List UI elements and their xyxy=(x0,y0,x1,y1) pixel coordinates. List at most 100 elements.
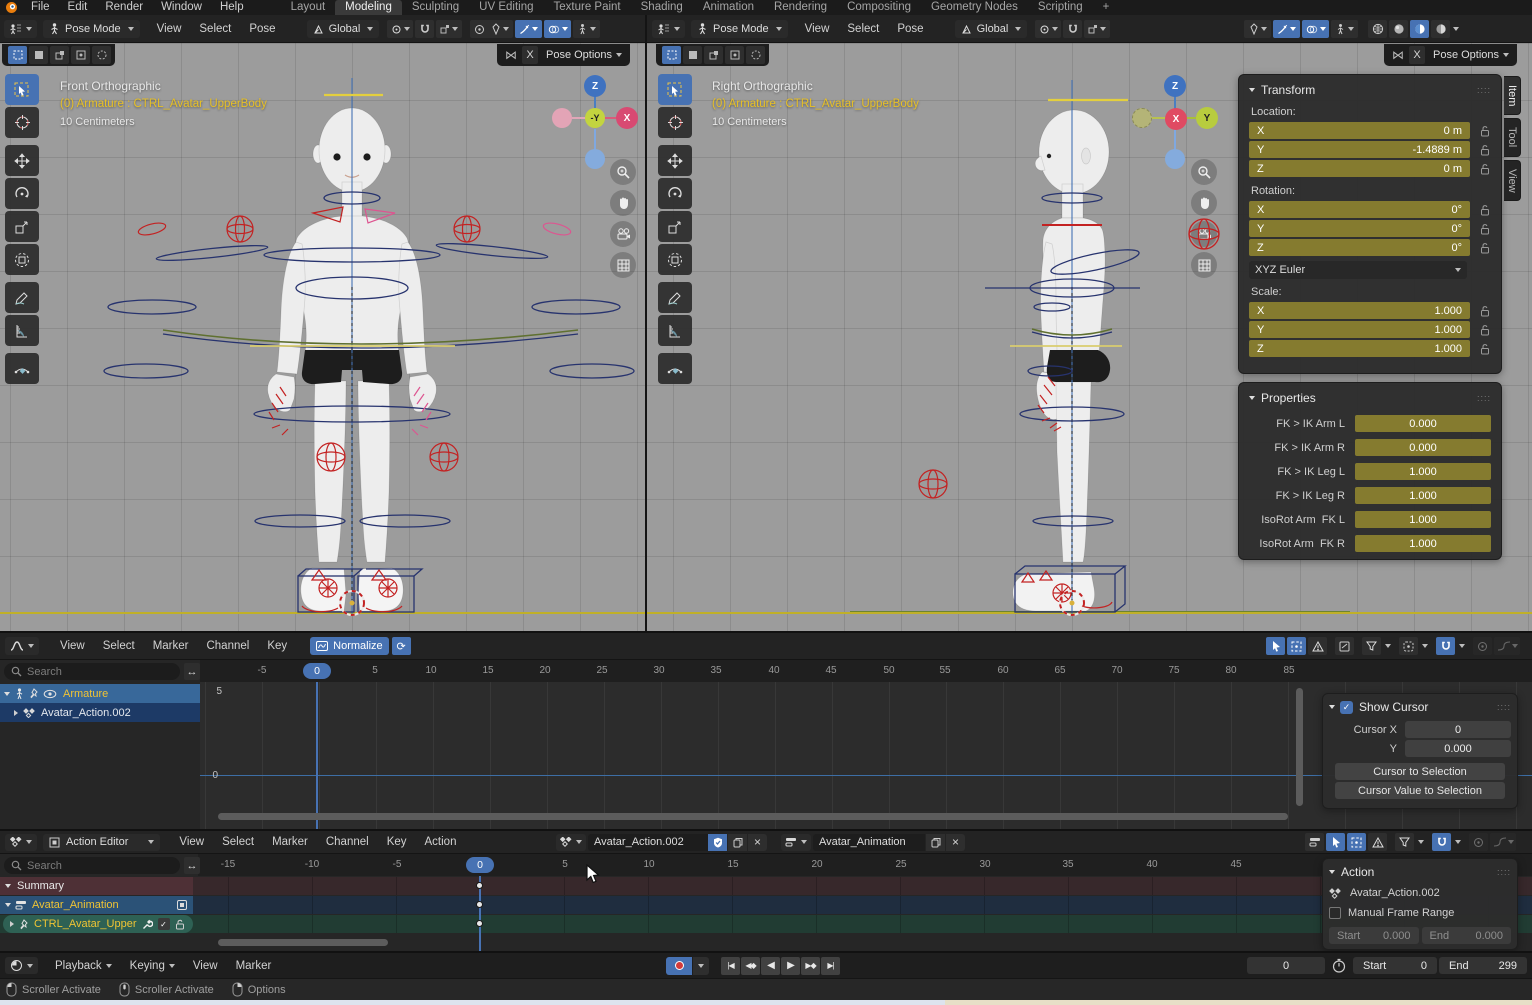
zoom-icon-right[interactable] xyxy=(1191,159,1217,185)
pin-icon[interactable] xyxy=(29,688,39,699)
selection-box-filter-button[interactable] xyxy=(1287,637,1306,655)
panel-drag-handle[interactable]: :::: xyxy=(1477,393,1491,403)
channel-filter-expand-button[interactable]: ↔ xyxy=(184,663,200,680)
select-lasso-button-right[interactable] xyxy=(725,46,744,64)
use-preview-range-stopwatch-icon[interactable] xyxy=(1332,958,1346,973)
panel-drag-handle[interactable]: :::: xyxy=(1477,85,1491,95)
summary-row-band[interactable] xyxy=(0,877,1532,895)
track-duplicate-button[interactable] xyxy=(926,834,945,851)
action-browse-button[interactable] xyxy=(556,834,586,851)
timeline-menu-keying[interactable]: Keying xyxy=(121,960,184,972)
graph-ruler[interactable] xyxy=(200,660,1532,682)
graph-editor-type-button[interactable] xyxy=(5,637,39,655)
timeline-menu-playback[interactable]: Playback xyxy=(46,960,121,972)
dope-h-scrollbar[interactable] xyxy=(218,939,388,946)
jump-to-end-button[interactable]: ▶| xyxy=(821,957,840,975)
tool-rotate-right[interactable] xyxy=(658,178,692,209)
tool-move-right[interactable] xyxy=(658,145,692,176)
frame-end-field[interactable]: End299 xyxy=(1439,957,1527,974)
scale-x-field[interactable]: X1.000 xyxy=(1249,302,1470,319)
dope-menu-action[interactable]: Action xyxy=(416,836,466,848)
tool-annotate[interactable] xyxy=(5,282,39,313)
action-unlink-button[interactable]: × xyxy=(748,834,767,851)
graph-menu-view[interactable]: View xyxy=(51,640,94,652)
cursor-value-to-selection-button[interactable]: Cursor Value to Selection xyxy=(1335,782,1505,799)
tool-scale[interactable] xyxy=(5,211,39,242)
frame-start-field[interactable]: Start0 xyxy=(1353,957,1437,974)
prop-field-isorot-fk-l[interactable]: 1.000 xyxy=(1355,511,1491,528)
gizmo-minus-z-axis[interactable] xyxy=(585,149,605,169)
workspace-tab-rendering[interactable]: Rendering xyxy=(764,0,837,15)
cursor-y-field[interactable]: 0.000 xyxy=(1405,740,1511,757)
lock-icon[interactable] xyxy=(1480,242,1491,254)
tab-item[interactable]: Item xyxy=(1504,76,1521,115)
dope-menu-view[interactable]: View xyxy=(170,836,213,848)
graph-menu-channel[interactable]: Channel xyxy=(197,640,258,652)
select-box-button[interactable] xyxy=(29,46,48,64)
tool-transform[interactable] xyxy=(5,244,39,275)
timeline-menu-marker[interactable]: Marker xyxy=(227,960,281,972)
next-keyframe-button[interactable]: ▶◆ xyxy=(801,957,820,975)
dope-menu-channel[interactable]: Channel xyxy=(317,836,378,848)
blender-logo-icon[interactable] xyxy=(5,1,18,14)
lock-icon[interactable] xyxy=(1480,223,1491,235)
select-tweak-button[interactable] xyxy=(8,46,27,64)
previous-keyframe-button[interactable]: ◀◆ xyxy=(741,957,760,975)
layered-animation-icon[interactable] xyxy=(1305,833,1324,851)
dope-editor-type-button[interactable] xyxy=(5,834,37,851)
location-y-field[interactable]: Y-1.4889 m xyxy=(1249,141,1470,158)
snap-magnet-icon[interactable] xyxy=(415,20,434,38)
selection-box-filter-dope-button[interactable] xyxy=(1347,833,1366,851)
lock-icon[interactable] xyxy=(1480,204,1491,216)
current-frame-line-graph[interactable] xyxy=(316,682,318,829)
prop-field-fk-ik-leg-r[interactable]: 1.000 xyxy=(1355,487,1491,504)
jump-to-start-button[interactable]: |◀ xyxy=(721,957,740,975)
timeline-menu-view[interactable]: View xyxy=(184,960,227,972)
menu-file[interactable]: File xyxy=(22,0,59,15)
graph-search-input[interactable]: Search xyxy=(4,663,180,680)
timeline-editor-type-button[interactable] xyxy=(5,957,38,974)
filter-funnel-button[interactable] xyxy=(1362,637,1381,655)
cursor-x-field[interactable]: 0 xyxy=(1405,721,1511,738)
xray-toggle-button-right[interactable] xyxy=(1331,20,1358,38)
easing-type-dope-button[interactable] xyxy=(1490,833,1516,851)
lock-icon[interactable] xyxy=(1480,324,1491,336)
snap-dope-button[interactable] xyxy=(1432,833,1451,851)
channel-summary[interactable]: Summary xyxy=(0,877,193,895)
auto-keying-record-button[interactable] xyxy=(666,957,692,975)
vp-menu-view[interactable]: View xyxy=(148,23,191,35)
nav-gizmo-front[interactable]: Z X -Y xyxy=(548,73,642,165)
mirror-x-toggle-right[interactable]: X xyxy=(1409,46,1425,64)
workspace-tab-modeling[interactable]: Modeling xyxy=(335,0,402,15)
shading-material-button[interactable] xyxy=(1410,20,1429,38)
rotation-y-field[interactable]: Y0° xyxy=(1249,220,1470,237)
graph-h-scrollbar[interactable] xyxy=(218,813,1288,820)
proportional-edit-dope-button[interactable] xyxy=(1469,833,1488,851)
lock-icon[interactable] xyxy=(1480,343,1491,355)
keyframe-animation[interactable] xyxy=(476,901,483,908)
pivot-point-graph-button[interactable] xyxy=(1399,637,1418,655)
gizmos-toggle-button[interactable] xyxy=(515,20,542,38)
gizmo-minus-z-axis-right[interactable] xyxy=(1165,149,1185,169)
select-extend-button[interactable] xyxy=(92,46,111,64)
action-duplicate-button[interactable] xyxy=(728,834,747,851)
pan-hand-icon[interactable] xyxy=(610,190,636,216)
tool-measure-right[interactable] xyxy=(658,315,692,346)
tool-scale-right[interactable] xyxy=(658,211,692,242)
current-frame-indicator-graph[interactable]: 0 xyxy=(303,663,331,679)
select-lasso-button[interactable] xyxy=(71,46,90,64)
eye-visibility-icon[interactable] xyxy=(43,689,57,699)
menu-render[interactable]: Render xyxy=(96,0,152,15)
action-end-field[interactable]: End0.000 xyxy=(1422,927,1512,944)
play-reverse-button[interactable]: ◀ xyxy=(761,957,780,975)
dope-mode-select[interactable]: Action Editor xyxy=(43,834,160,851)
pivot-point-button-right[interactable] xyxy=(1035,20,1061,38)
easing-type-button[interactable] xyxy=(1494,637,1520,655)
menu-window[interactable]: Window xyxy=(152,0,211,15)
tool-cursor[interactable] xyxy=(5,107,39,138)
show-errors-dope-button[interactable] xyxy=(1368,833,1387,851)
only-selected-channels-button[interactable] xyxy=(1326,833,1345,851)
play-button[interactable]: ▶ xyxy=(781,957,800,975)
xray-toggle-button[interactable] xyxy=(573,20,600,38)
editor-type-button-right[interactable] xyxy=(652,20,685,38)
